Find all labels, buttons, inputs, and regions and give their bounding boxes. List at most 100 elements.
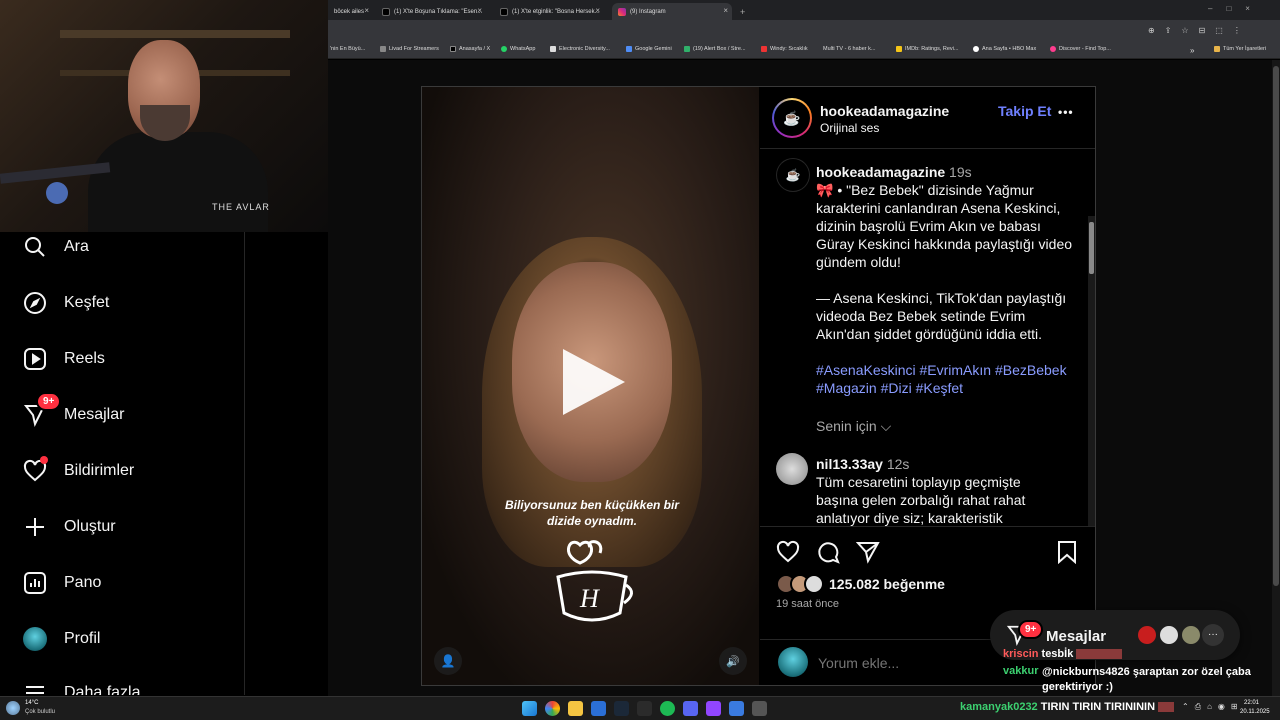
instagram-sidebar: Ara Keşfet Reels 9+ Mesajlar Bildirimler… (0, 232, 245, 695)
browser-tab[interactable]: (1) X'te Boşuna Tıklama: "Esen... × (376, 3, 486, 20)
comment-time: 12s (886, 456, 910, 472)
like-count[interactable]: 125.082 beğenme (829, 576, 945, 592)
emote-image (1076, 649, 1123, 660)
chat-message: kamanyak0232 TIRIN TIRIN TIRINININ (960, 701, 1175, 713)
start-icon[interactable] (522, 701, 537, 716)
author-username[interactable]: hookeadamagazine (820, 103, 949, 119)
sidebar-item-more[interactable]: Daha fazla (22, 678, 141, 695)
commenter-avatar[interactable] (776, 453, 808, 485)
clock-date[interactable]: 20.11.2025 (1240, 709, 1270, 715)
tab-label: (9) Instagram (630, 8, 666, 15)
sidebar-item-label: Daha fazla (64, 684, 141, 695)
likers-avatars[interactable] (776, 574, 828, 594)
window-controls[interactable]: –□× (1208, 4, 1264, 13)
toolbar-icons[interactable]: ⊕⇪☆⊟⬚⋮ (1148, 26, 1251, 35)
bookmark-item[interactable]: Anasayfa / X (450, 46, 490, 52)
sidebar-item-messages[interactable]: 9+ Mesajlar (22, 392, 124, 430)
browser-tab-active[interactable]: (9) Instagram × (612, 3, 732, 20)
clock-time[interactable]: 22:01 (1244, 700, 1259, 706)
streamer-hoodie (88, 132, 268, 232)
caption-hashtags[interactable]: #AsenaKeskinci #EvrimAkın #BezBebek #Mag… (816, 361, 1076, 397)
obs-icon[interactable] (706, 701, 721, 716)
author-avatar[interactable]: ☕ (776, 158, 810, 192)
close-tab-icon[interactable]: × (477, 6, 482, 15)
sidebar-item-notifications[interactable]: Bildirimler (22, 456, 134, 486)
browser-tab[interactable]: böcek ailes × (328, 3, 373, 20)
close-tab-icon[interactable]: × (364, 6, 369, 15)
bookmark-item[interactable]: Multi TV - 6 haber k... (823, 46, 875, 52)
system-tray-icons[interactable]: ⌃⎙⌂◉⊞ (1182, 702, 1244, 712)
new-tab-button[interactable]: + (734, 3, 748, 20)
share-icon[interactable] (855, 540, 880, 569)
sidebar-item-label: Reels (64, 350, 105, 367)
sidebar-item-reels[interactable]: Reels (22, 344, 105, 374)
chrome-icon[interactable] (545, 701, 560, 716)
close-tab-icon[interactable]: × (723, 6, 728, 15)
steam-icon[interactable] (614, 701, 629, 716)
bookmark-item[interactable]: Electronic Diversity... (550, 46, 610, 52)
compass-icon (22, 290, 48, 316)
bookmark-item[interactable]: Windy: Sıcaklık (761, 46, 808, 52)
messenger-icon: 9+ (22, 392, 62, 428)
page-scrollbar-thumb[interactable] (1273, 66, 1279, 586)
comment-username[interactable]: nil13.33ay (816, 456, 883, 472)
video-subtitle: Biliyorsunuz ben küçükken bir dizide oyn… (504, 498, 680, 528)
bookmark-item[interactable]: Ana Sayfa • HBO Max (973, 46, 1036, 52)
post-header: ☕ hookeadamagazine Orijinal ses Takip Et… (760, 87, 1095, 149)
sidebar-item-dashboard[interactable]: Pano (22, 568, 101, 598)
weather-desc[interactable]: Çok bulutlu (25, 709, 55, 715)
sidebar-item-label: Oluştur (64, 518, 116, 535)
comments-scrollbar-thumb[interactable] (1089, 222, 1094, 274)
tab-label: böcek ailes (334, 8, 365, 15)
file-explorer-icon[interactable] (568, 701, 583, 716)
tagged-users-button[interactable]: 👤 (434, 647, 462, 675)
webcam-overlay: THE AVLAR (0, 0, 328, 232)
bookmark-item[interactable]: Discover - Find Top... (1050, 46, 1111, 52)
sidebar-item-create[interactable]: Oluştur (22, 512, 116, 542)
bookmarks-overflow-button[interactable]: » (1190, 46, 1194, 55)
all-bookmarks[interactable]: Tüm Yer İşaretleri (1214, 46, 1266, 52)
caption-username[interactable]: hookeadamagazine (816, 164, 945, 180)
sidebar-item-explore[interactable]: Keşfet (22, 288, 109, 318)
bookmark-label: Discover - Find Top... (1059, 46, 1111, 52)
bookmark-label: Electronic Diversity... (559, 46, 610, 52)
reels-icon (22, 346, 48, 372)
bookmark-label: Anasayfa / X (459, 46, 491, 52)
bookmark-item[interactable]: 'nin En Büyü... (330, 46, 365, 52)
caption-text: — Asena Keskinci, TikTok'dan paylaştığı … (816, 290, 1067, 342)
play-icon[interactable] (563, 349, 625, 415)
app-icon[interactable] (752, 701, 767, 716)
caption-text: 🎀 • "Bez Bebek" dizisinde Yağmur karakte… (816, 182, 1073, 270)
comment-icon[interactable] (816, 540, 840, 569)
bookmark-item[interactable]: IMDb: Ratings, Revi... (896, 46, 959, 52)
mute-button[interactable]: 🔊 (719, 647, 747, 675)
save-icon[interactable] (1056, 540, 1078, 569)
like-icon[interactable] (776, 540, 800, 569)
sidebar-item-search[interactable]: Ara (22, 232, 89, 262)
follow-button[interactable]: Takip Et (998, 103, 1051, 119)
sidebar-item-profile[interactable]: Profil (22, 624, 100, 654)
audio-label[interactable]: Orijinal ses (820, 121, 879, 135)
comments-scrollbar[interactable] (1088, 216, 1095, 526)
more-options-button[interactable]: ••• (1058, 105, 1074, 119)
sidebar-item-label: Bildirimler (64, 462, 135, 479)
app-icon[interactable] (637, 701, 652, 716)
avatar (22, 626, 48, 652)
weather-temp[interactable]: 14°C (25, 700, 38, 706)
bookmark-item[interactable]: (19) Alert Box / Stre... (684, 46, 746, 52)
bookmark-item[interactable]: Livad For Streamers (380, 46, 439, 52)
author-avatar[interactable]: ☕ (772, 98, 812, 138)
browser-tab[interactable]: (1) X'te etginlik: "Bosna Hersek... × (494, 3, 604, 20)
bookmark-label: Google Gemini (635, 46, 672, 52)
app-icon[interactable] (591, 701, 606, 716)
spotify-icon[interactable] (660, 701, 675, 716)
bookmark-item[interactable]: WhatsApp (501, 46, 535, 52)
discord-icon[interactable] (683, 701, 698, 716)
app-icon[interactable] (729, 701, 744, 716)
see-translation-link[interactable]: Senin için ⌵ (816, 417, 1076, 435)
close-tab-icon[interactable]: × (595, 6, 600, 15)
shelf (60, 30, 290, 38)
weather-icon[interactable] (6, 701, 20, 715)
reel-video[interactable]: Biliyorsunuz ben küçükken bir dizide oyn… (422, 87, 759, 685)
bookmark-item[interactable]: Google Gemini (626, 46, 672, 52)
